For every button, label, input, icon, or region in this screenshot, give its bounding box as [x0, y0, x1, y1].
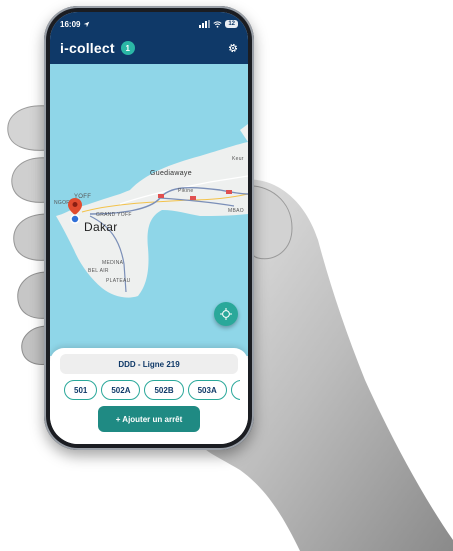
stop-chip[interactable]: 502A	[101, 380, 141, 400]
location-arrow-icon	[84, 21, 90, 27]
status-bar: 16:09 12	[60, 18, 238, 30]
bottom-sheet: DDD - Ligne 219 501 502A 502B 503A 503 +…	[50, 348, 248, 444]
wifi-icon	[213, 20, 222, 28]
map-label-pikine: Pikine	[178, 188, 194, 194]
add-stop-button[interactable]: + Ajouter un arrêt	[98, 406, 200, 432]
stop-chip[interactable]: 502B	[144, 380, 184, 400]
status-time: 16:09	[60, 19, 81, 29]
app-bar: i-collect 1	[60, 38, 240, 58]
map-label-keur: Keur	[232, 156, 244, 162]
app-header: 16:09 12 i-collect 1	[50, 12, 248, 64]
stop-chip[interactable]: 503	[230, 380, 240, 400]
stop-chip[interactable]: 503A	[187, 380, 227, 400]
map-label-grand-yoff: GRAND YOFF	[96, 212, 132, 218]
stop-chip[interactable]: 501	[64, 380, 98, 400]
crosshair-icon	[220, 308, 232, 320]
route-title[interactable]: DDD - Ligne 219	[60, 354, 238, 374]
recenter-location-button[interactable]	[214, 302, 238, 326]
map-label-guediawaye: Guediawaye	[150, 170, 192, 177]
gear-icon	[228, 43, 238, 53]
signal-icon	[199, 20, 211, 28]
battery-indicator: 12	[225, 20, 238, 28]
map-label-dakar: Dakar	[84, 220, 118, 234]
settings-gear-button[interactable]	[226, 41, 240, 55]
map-label-medina: MEDINA	[102, 260, 124, 266]
stop-chip-list[interactable]: 501 502A 502B 503A 503	[64, 380, 240, 400]
map-label-bel-air: BEL AIR	[88, 268, 109, 274]
map-label-mbao: MBAO	[228, 208, 244, 214]
map-label-plateau: PLATEAU	[106, 278, 131, 284]
phone-screen: 16:09 12 i-collect 1 Guediawaye Keur Pik…	[50, 12, 248, 444]
notification-count-badge[interactable]: 1	[120, 41, 135, 55]
map-pin-icon[interactable]	[68, 198, 82, 224]
app-title: i-collect	[60, 40, 115, 56]
